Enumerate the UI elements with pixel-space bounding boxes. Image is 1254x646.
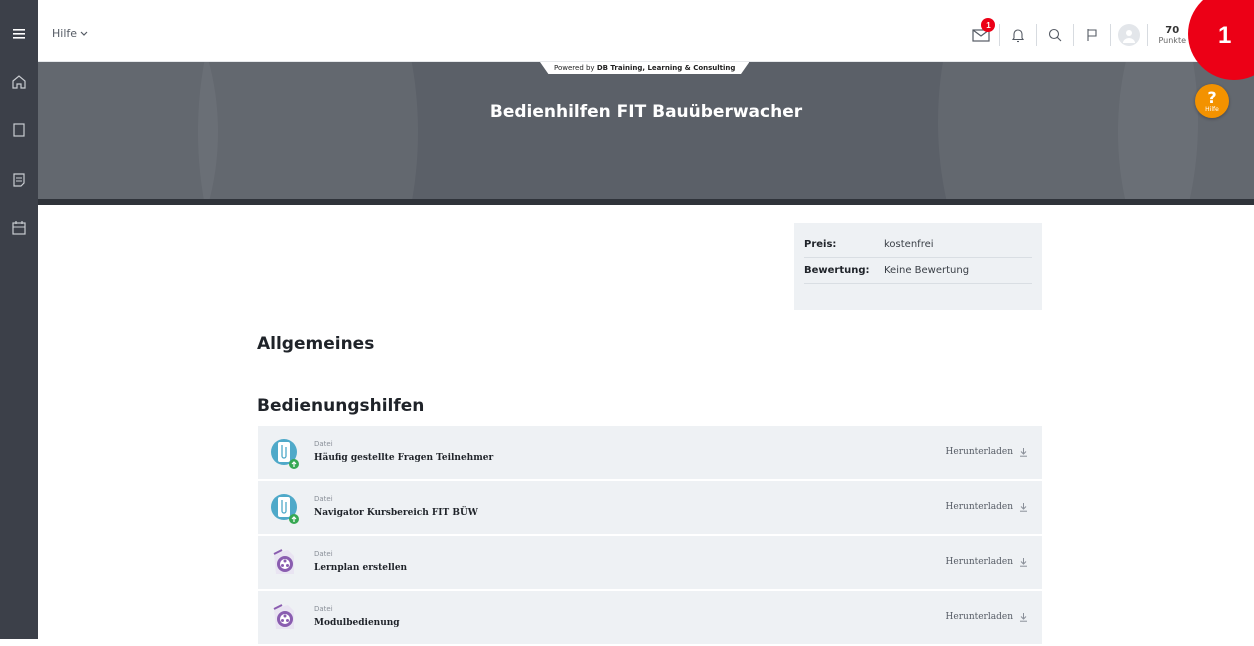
list-item[interactable]: Datei Modulbedienung Herunterladen (258, 591, 1042, 646)
flag-icon (1087, 29, 1098, 41)
item-type: Datei (314, 495, 333, 503)
divider (999, 24, 1001, 46)
bell-icon (1012, 29, 1025, 43)
video-file-icon (270, 601, 300, 635)
divider (1073, 24, 1075, 46)
download-label: Herunterladen (945, 502, 1013, 512)
section-heading-help: Bedienungshilfen (257, 396, 425, 416)
notifications-button[interactable] (1004, 22, 1032, 48)
item-title[interactable]: Lernplan erstellen (314, 563, 407, 573)
mail-button[interactable]: 1 (967, 18, 996, 48)
avatar (1118, 24, 1141, 46)
download-icon (1020, 503, 1027, 512)
search-button[interactable] (1041, 22, 1069, 48)
download-label: Herunterladen (945, 557, 1013, 567)
download-label: Herunterladen (945, 447, 1013, 457)
powered-by-prefix: Powered by (554, 64, 595, 72)
paperclip-file-icon (270, 436, 300, 470)
help-button-label: Hilfe (1205, 105, 1219, 113)
chevron-down-icon (80, 31, 88, 36)
points-label: Punkte (1158, 35, 1186, 45)
item-title[interactable]: Modulbedienung (314, 618, 400, 628)
price-value: kostenfrei (884, 239, 934, 250)
user-icon (1123, 30, 1136, 43)
course-banner (38, 62, 1254, 200)
left-rail (0, 0, 38, 639)
points-counter[interactable]: 70 Punkte (1158, 24, 1186, 45)
download-button[interactable]: Herunterladen (946, 447, 1028, 457)
mail-count-badge: 1 (981, 18, 996, 32)
info-row-price: Preis: kostenfrei (804, 232, 1032, 258)
powered-by-brand: DB Training, Learning & Consulting (596, 64, 736, 72)
help-dropdown[interactable]: Hilfe (52, 27, 88, 40)
item-title[interactable]: Navigator Kursbereich FIT BÜW (314, 508, 478, 518)
course-info-box: Preis: kostenfrei Bewertung: Keine Bewer… (794, 223, 1042, 310)
paperclip-file-icon (270, 491, 300, 525)
document-icon[interactable] (9, 170, 29, 190)
item-type: Datei (314, 550, 333, 558)
hamburger-menu-icon[interactable] (0, 22, 38, 46)
banner-divider (38, 199, 1254, 205)
info-row-rating: Bewertung: Keine Bewertung (804, 258, 1032, 284)
rating-key: Bewertung: (804, 265, 870, 276)
powered-by-tab: Powered by DB Training, Learning & Consu… (540, 62, 750, 74)
help-button[interactable]: ? Hilfe (1195, 84, 1229, 118)
section-heading-general: Allgemeines (257, 334, 375, 354)
book-icon[interactable] (9, 120, 29, 140)
item-type: Datei (314, 605, 333, 613)
item-title[interactable]: Häufig gestellte Fragen Teilnehmer (314, 453, 493, 463)
flag-button[interactable] (1078, 22, 1106, 48)
download-button[interactable]: Herunterladen (946, 612, 1028, 622)
top-bar: Hilfe 1 70 Punkte (38, 0, 1254, 62)
search-icon (1049, 28, 1062, 42)
rating-value: Keine Bewertung (884, 265, 970, 276)
download-button[interactable]: Herunterladen (946, 557, 1028, 567)
home-icon[interactable] (9, 72, 29, 92)
price-key: Preis: (804, 239, 837, 250)
help-question-icon: ? (1207, 87, 1217, 107)
page-title: Bedienhilfen FIT Bauüberwacher (489, 102, 803, 122)
file-list: Datei Häufig gestellte Fragen Teilnehmer… (258, 426, 1042, 646)
divider (1147, 24, 1149, 46)
points-value: 70 (1165, 24, 1180, 36)
divider (1036, 24, 1038, 46)
profile-button[interactable] (1115, 22, 1143, 48)
download-icon (1020, 613, 1027, 622)
calendar-icon[interactable] (9, 218, 29, 238)
top-icon-bar: 1 70 Punkte (967, 18, 1186, 48)
download-button[interactable]: Herunterladen (946, 502, 1028, 512)
list-item[interactable]: Datei Navigator Kursbereich FIT BÜW Heru… (258, 481, 1042, 536)
download-icon (1020, 558, 1027, 567)
download-icon (1020, 448, 1027, 457)
divider (1110, 24, 1112, 46)
help-dropdown-label: Hilfe (52, 27, 78, 40)
item-type: Datei (314, 440, 333, 448)
download-label: Herunterladen (945, 612, 1013, 622)
list-item[interactable]: Datei Lernplan erstellen Herunterladen (258, 536, 1042, 591)
video-file-icon (270, 546, 300, 580)
list-item[interactable]: Datei Häufig gestellte Fragen Teilnehmer… (258, 426, 1042, 481)
